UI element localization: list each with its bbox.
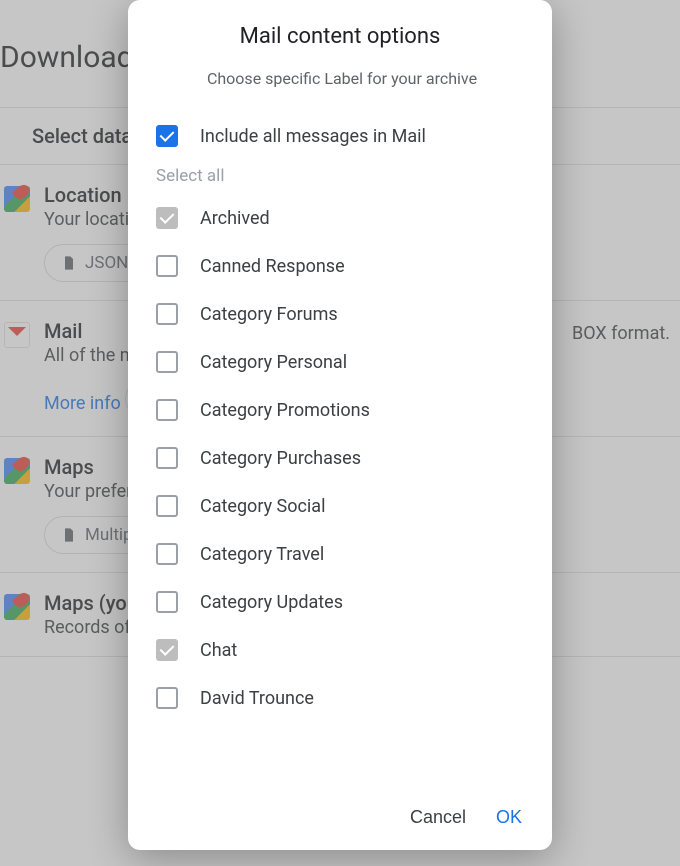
label-name: Chat [200,640,237,661]
dialog-actions: Cancel OK [128,787,552,850]
label-name: Canned Response [200,256,345,277]
label-row[interactable]: Canned Response [156,242,528,290]
label-checkbox[interactable] [156,303,178,325]
label-name: Archived [200,208,270,229]
label-row[interactable]: Category Purchases [156,434,528,482]
label-row[interactable]: Chat [156,626,528,674]
label-checkbox[interactable] [156,591,178,613]
label-row[interactable]: David Trounce [156,674,528,722]
label-name: Category Updates [200,592,343,613]
label-checkbox[interactable] [156,351,178,373]
label-name: Category Promotions [200,400,370,421]
label-checkbox[interactable] [156,495,178,517]
label-checkbox[interactable] [156,207,178,229]
dialog-subtitle: Choose specific Label for your archive [156,69,528,88]
label-row[interactable]: Category Updates [156,578,528,626]
ok-button[interactable]: OK [496,807,522,828]
label-checkbox[interactable] [156,255,178,277]
label-checkbox[interactable] [156,399,178,421]
label-row[interactable]: Archived [156,194,528,242]
label-checkbox[interactable] [156,639,178,661]
dialog-title: Mail content options [128,0,552,69]
label-checkbox[interactable] [156,447,178,469]
label-name: Category Travel [200,544,324,565]
label-row[interactable]: Category Personal [156,338,528,386]
label-row[interactable]: Category Forums [156,290,528,338]
include-all-checkbox[interactable] [156,125,178,147]
include-all-label: Include all messages in Mail [200,126,426,147]
mail-content-options-dialog: Mail content options Choose specific Lab… [128,0,552,850]
include-all-row[interactable]: Include all messages in Mail [156,112,528,160]
cancel-button[interactable]: Cancel [410,807,466,828]
label-checkbox[interactable] [156,687,178,709]
label-name: Category Social [200,496,325,517]
label-name: Category Personal [200,352,347,373]
label-row[interactable]: Category Travel [156,530,528,578]
label-row[interactable]: Category Promotions [156,386,528,434]
label-name: Category Purchases [200,448,361,469]
label-name: Category Forums [200,304,338,325]
dialog-body[interactable]: Choose specific Label for your archive I… [128,69,552,787]
label-row[interactable]: Category Social [156,482,528,530]
select-all-link[interactable]: Select all [156,160,528,194]
label-name: David Trounce [200,688,314,709]
label-checkbox[interactable] [156,543,178,565]
